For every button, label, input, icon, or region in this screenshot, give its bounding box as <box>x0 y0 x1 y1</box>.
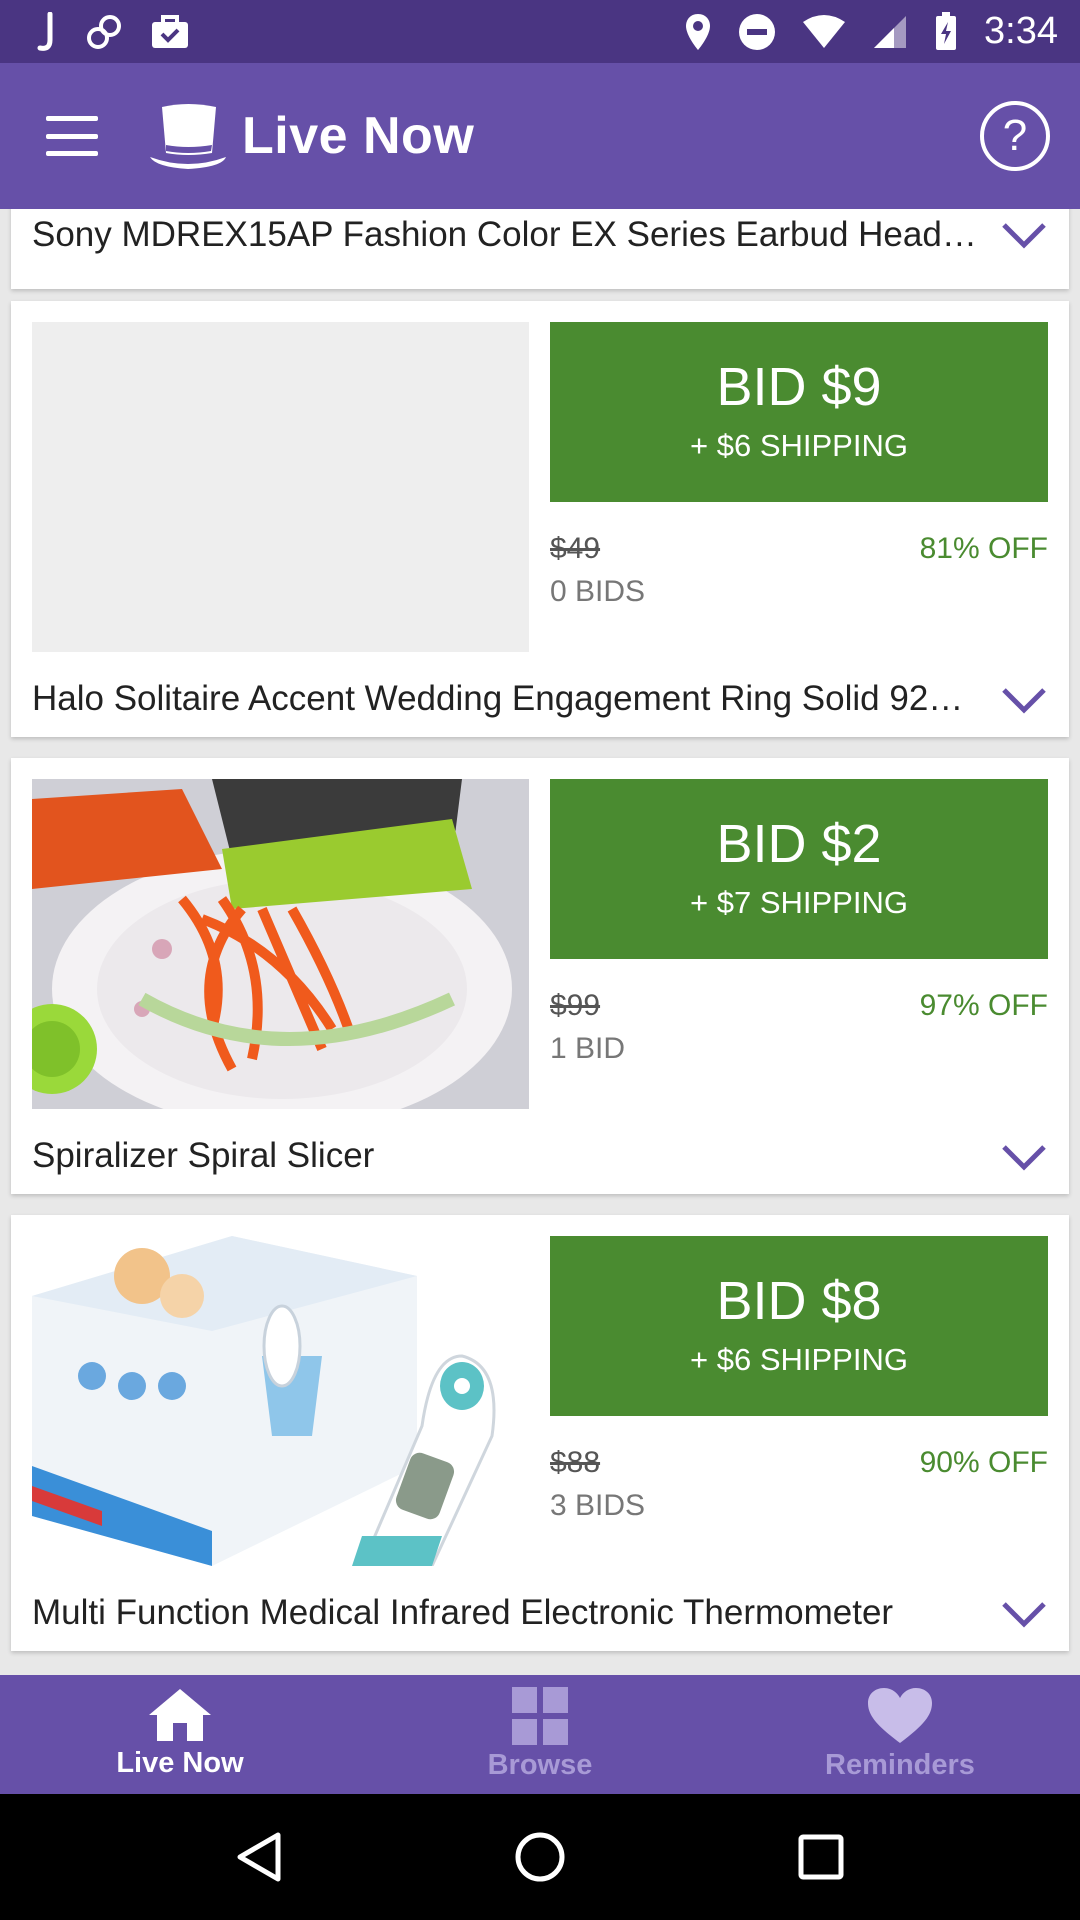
nav-browse[interactable]: Browse <box>360 1675 720 1794</box>
item-title: Spiralizer Spiral Slicer <box>32 1136 375 1175</box>
shipping-cost: + $6 SHIPPING <box>690 1342 908 1377</box>
shipping-cost: + $7 SHIPPING <box>690 885 908 920</box>
nav-live-now[interactable]: Live Now <box>0 1675 360 1794</box>
auction-card[interactable]: BID $2 + $7 SHIPPING $99 97% OFF 1 BID S… <box>11 758 1069 1194</box>
recent-apps-icon[interactable] <box>798 1834 844 1880</box>
retail-price: $49 <box>550 532 601 565</box>
item-title: Multi Function Medical Infrared Electron… <box>32 1593 894 1632</box>
bid-amount: BID $2 <box>716 814 882 874</box>
nav-label: Live Now <box>116 1747 244 1779</box>
auction-feed[interactable]: Sony MDREX15AP Fashion Color EX Series E… <box>0 209 1080 1675</box>
chevron-down-icon[interactable] <box>1001 686 1047 714</box>
status-time: 3:34 <box>984 10 1058 52</box>
do-not-disturb-icon <box>739 13 776 50</box>
bid-count: 0 BIDS <box>550 575 646 608</box>
chevron-down-icon[interactable] <box>1001 221 1047 249</box>
notification-briefcase-icon <box>152 14 188 48</box>
battery-charging-icon <box>936 11 957 50</box>
back-icon[interactable] <box>236 1831 282 1883</box>
bid-amount: BID $9 <box>716 357 882 417</box>
nav-label: Reminders <box>825 1749 975 1781</box>
retail-price: $88 <box>550 1446 601 1479</box>
discount-badge: 81% OFF <box>919 532 1048 565</box>
shipping-cost: + $6 SHIPPING <box>690 428 908 463</box>
bid-button[interactable]: BID $2 + $7 SHIPPING <box>550 779 1048 959</box>
menu-icon[interactable] <box>46 116 98 156</box>
bid-count: 3 BIDS <box>550 1489 646 1522</box>
location-icon <box>686 13 711 50</box>
status-bar: 3:34 <box>0 0 1080 63</box>
auction-card[interactable]: BID $8 + $6 SHIPPING $88 90% OFF 3 BIDS … <box>11 1215 1069 1651</box>
item-image-thermometer[interactable] <box>32 1236 529 1566</box>
notification-link-icon <box>87 14 121 49</box>
auction-card[interactable]: Sony MDREX15AP Fashion Color EX Series E… <box>11 209 1069 289</box>
item-title: Halo Solitaire Accent Wedding Engagement… <box>32 679 982 718</box>
home-circle-icon[interactable] <box>514 1831 566 1883</box>
page-title: Live Now <box>242 107 475 165</box>
chevron-down-icon[interactable] <box>1001 1143 1047 1171</box>
item-image-spiralizer[interactable] <box>32 779 529 1109</box>
app-bar: Live Now ? <box>0 63 1080 209</box>
bid-button[interactable]: BID $9 + $6 SHIPPING <box>550 322 1048 502</box>
discount-badge: 97% OFF <box>919 989 1048 1022</box>
bid-count: 1 BID <box>550 1032 626 1065</box>
nav-reminders[interactable]: Reminders <box>720 1675 1080 1794</box>
bottom-navigation: Live Now Browse Reminders <box>0 1675 1080 1794</box>
heart-icon <box>868 1688 932 1743</box>
nav-label: Browse <box>487 1749 593 1781</box>
auction-card[interactable]: BID $9 + $6 SHIPPING $49 81% OFF 0 BIDS … <box>11 301 1069 737</box>
item-title: Sony MDREX15AP Fashion Color EX Series E… <box>32 215 982 254</box>
cell-signal-icon <box>874 15 907 48</box>
bid-amount: BID $8 <box>716 1271 882 1331</box>
system-navigation-bar <box>0 1794 1080 1920</box>
help-label: ? <box>1002 111 1028 160</box>
discount-badge: 90% OFF <box>919 1446 1048 1479</box>
notification-j-icon <box>37 11 53 51</box>
item-image-placeholder[interactable] <box>32 322 529 652</box>
chevron-down-icon[interactable] <box>1001 1600 1047 1628</box>
grid-icon <box>512 1687 568 1745</box>
wifi-icon <box>803 14 846 48</box>
top-hat-logo-icon <box>150 104 226 169</box>
bid-button[interactable]: BID $8 + $6 SHIPPING <box>550 1236 1048 1416</box>
retail-price: $99 <box>550 989 601 1022</box>
home-icon <box>149 1689 211 1741</box>
help-button[interactable]: ? <box>980 101 1050 171</box>
